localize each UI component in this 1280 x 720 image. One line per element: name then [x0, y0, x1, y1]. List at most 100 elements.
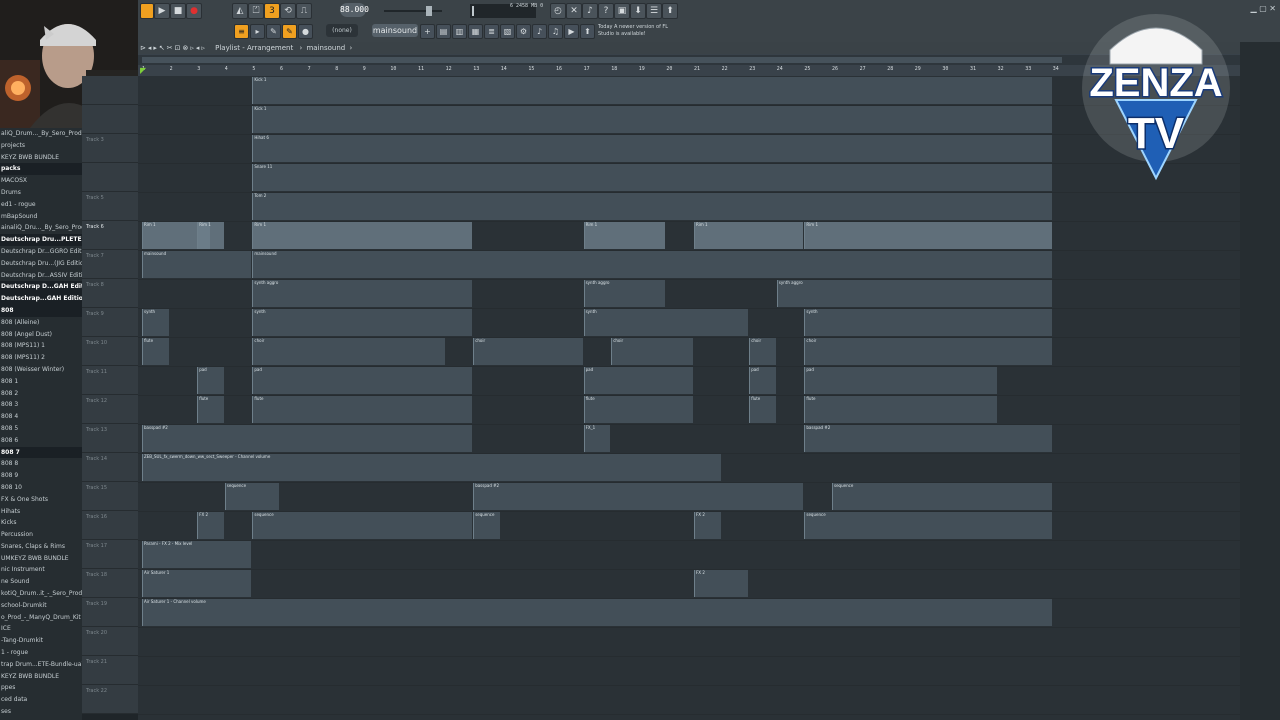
playlist-clip[interactable]: pad: [804, 367, 997, 394]
browser-item[interactable]: -Tang-Drumkit: [0, 635, 82, 647]
playlist-clip[interactable]: sequence: [252, 512, 473, 539]
tool-icon[interactable]: ✕: [566, 3, 582, 19]
step-edit-icon[interactable]: ⎍: [296, 3, 312, 19]
browser-item[interactable]: packs: [0, 163, 82, 176]
master-volume-slider[interactable]: [384, 4, 444, 18]
track-lane[interactable]: Parami - FX 2 - Mix level: [138, 540, 1240, 570]
browser-item[interactable]: Snares, Claps & Rims: [0, 541, 82, 553]
playlist-clip[interactable]: flute: [252, 396, 473, 423]
playlist-clip[interactable]: synth aggro: [583, 280, 666, 307]
wait-input-icon[interactable]: ⏍: [248, 3, 264, 19]
browser-item[interactable]: 1 - rogue: [0, 647, 82, 659]
upload-icon[interactable]: ⬆: [662, 3, 678, 19]
stop-button[interactable]: ■: [170, 3, 186, 19]
browser-item[interactable]: Deutschrap Dr...GGRO Edition): [0, 246, 82, 258]
track-header[interactable]: Track 15: [82, 482, 138, 511]
snap-magnet-icon[interactable]: ≡: [234, 24, 249, 39]
playlist-clip[interactable]: Rim 1: [252, 222, 473, 249]
arrow-tool-icon[interactable]: ▸: [250, 24, 265, 39]
browser-item[interactable]: KEYZ BWB BUNDLE: [0, 152, 82, 164]
track-lane[interactable]: sequence basspad #2 sequence: [138, 482, 1240, 512]
playlist-clip[interactable]: synth aggro: [252, 280, 473, 307]
playlist-clip[interactable]: synth: [583, 309, 749, 336]
playlist-clip[interactable]: FX 2: [197, 512, 224, 539]
track-lane[interactable]: [138, 685, 1240, 715]
track-lane[interactable]: [138, 656, 1240, 686]
track-header[interactable]: [82, 163, 138, 192]
pattern-selector[interactable]: mainsound: [372, 24, 418, 37]
playlist-clip[interactable]: flute: [749, 396, 776, 423]
browser-item[interactable]: ppes: [0, 682, 82, 694]
playlist-scrollbar[interactable]: [1240, 42, 1280, 720]
browser-item[interactable]: ed1 - rogue: [0, 199, 82, 211]
channel-rack-icon[interactable]: ▦: [468, 24, 483, 39]
browser-item[interactable]: 808 5: [0, 423, 82, 435]
playlist-clip[interactable]: sequence: [832, 483, 1052, 510]
playlist-clip[interactable]: Air Saturer 1: [142, 570, 252, 597]
playhead-marker-icon[interactable]: ◤: [140, 66, 146, 75]
mixer-icon[interactable]: ≣: [484, 24, 499, 39]
track-lane[interactable]: synth aggro synth aggro synth aggro: [138, 279, 1240, 309]
track-lane[interactable]: Air Saturer 1 - Channel volume: [138, 598, 1240, 628]
browser-item[interactable]: 808 (Angel Dust): [0, 329, 82, 341]
playlist-clip[interactable]: synth: [804, 309, 1052, 336]
playlist-clip[interactable]: Rim 1: [197, 222, 224, 249]
track-lane[interactable]: synth synth synth synth: [138, 308, 1240, 338]
playlist-clip[interactable]: basspad #2: [142, 425, 473, 452]
browser-item[interactable]: 808 6: [0, 435, 82, 447]
play-button[interactable]: ▶: [154, 3, 170, 19]
browser-item[interactable]: 808 (MPS11) 2: [0, 352, 82, 364]
chat-icon[interactable]: ☰: [646, 3, 662, 19]
track-header[interactable]: Track 12: [82, 395, 138, 424]
browser-item[interactable]: Deutschrap...GAH Edition): [0, 293, 82, 305]
playlist-clip[interactable]: Tom 2: [252, 193, 1052, 220]
track-header[interactable]: Track 22: [82, 685, 138, 714]
playlist-clip[interactable]: Hihat 6: [252, 135, 1052, 162]
loop-record-icon[interactable]: ⟲: [280, 3, 296, 19]
browser-item[interactable]: 808 4: [0, 411, 82, 423]
track-header[interactable]: Track 13: [82, 424, 138, 453]
track-header[interactable]: Track 19: [82, 598, 138, 627]
browser-item[interactable]: Deutschrap Dru...PLETE Bundle): [0, 234, 82, 246]
browser-item[interactable]: 808 (Alleine): [0, 317, 82, 329]
paint-tool-icon[interactable]: ✎: [282, 24, 297, 39]
browser-item[interactable]: school-Drumkit: [0, 600, 82, 612]
pattern-none-selector[interactable]: (none): [326, 24, 358, 37]
track-header[interactable]: Track 16: [82, 511, 138, 540]
track-lane[interactable]: flute flute flute flute flute: [138, 395, 1240, 425]
record-arm-icon[interactable]: ●: [298, 24, 313, 39]
record-button[interactable]: ●: [186, 3, 202, 19]
track-lane[interactable]: [138, 627, 1240, 657]
playlist-clip[interactable]: flute: [804, 396, 997, 423]
playlist-clip[interactable]: sequence: [473, 512, 500, 539]
playlist-clip[interactable]: choir: [804, 338, 1052, 365]
edison-icon[interactable]: ♪: [532, 24, 547, 39]
playlist-clip[interactable]: Rim 1: [694, 222, 804, 249]
playlist-clip[interactable]: basspad #2: [473, 483, 804, 510]
browser-item[interactable]: 808 10: [0, 482, 82, 494]
playlist-clip[interactable]: sequence: [224, 483, 279, 510]
track-header[interactable]: Track 14: [82, 453, 138, 482]
track-header[interactable]: Track 9: [82, 308, 138, 337]
tempo-tap-icon[interactable]: ◴: [550, 3, 566, 19]
browser-item[interactable]: o_Prod_-_ManyQ_Drum_Kit: [0, 612, 82, 624]
playlist-clip[interactable]: pad: [197, 367, 224, 394]
browser-item[interactable]: aliQ_Drum..._By_Sero_Prod: [0, 128, 82, 140]
track-header[interactable]: Track 18: [82, 569, 138, 598]
browser-item[interactable]: UMKEYZ BWB BUNDLE: [0, 553, 82, 565]
track-header[interactable]: Track 17: [82, 540, 138, 569]
track-header[interactable]: Track 6: [82, 221, 138, 250]
track-header[interactable]: Track 11: [82, 366, 138, 395]
browser-item[interactable]: projects: [0, 140, 82, 152]
playlist-clip[interactable]: FX 2: [694, 570, 749, 597]
pattern-song-toggle[interactable]: [140, 3, 154, 19]
browser-item[interactable]: Deutschrap Dr...ASSIV Edition): [0, 270, 82, 282]
playlist-clip[interactable]: FX 2: [694, 512, 721, 539]
playlist-tool-icons[interactable]: ⊳◂▸↖✂⊡⊗▹◂▹: [140, 44, 207, 52]
browser-item[interactable]: ses: [0, 706, 82, 718]
browser-item[interactable]: Hihats: [0, 506, 82, 518]
window-controls[interactable]: ▁ ▢ ✕: [1251, 4, 1277, 13]
browser-item[interactable]: 808 1: [0, 376, 82, 388]
playlist-clip[interactable]: choir: [749, 338, 776, 365]
countdown-icon[interactable]: 3: [264, 3, 280, 19]
